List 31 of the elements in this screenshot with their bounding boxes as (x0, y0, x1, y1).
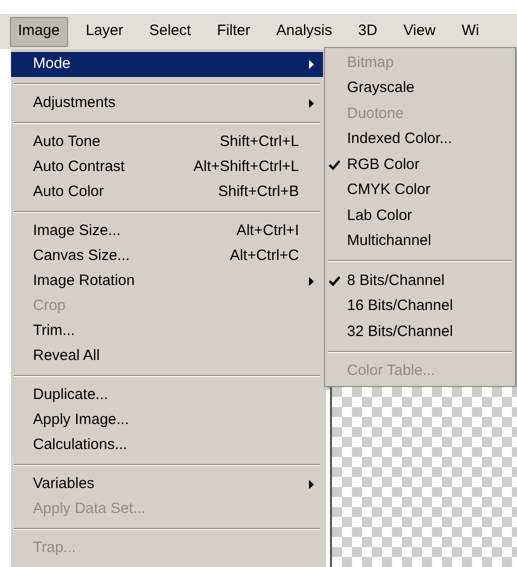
menu-item[interactable]: Canvas Size... Alt+Ctrl+C (11, 244, 323, 269)
menu-item[interactable]: Image Rotation (11, 269, 323, 294)
menu-item[interactable]: Auto Contrast Alt+Shift+Ctrl+L (11, 155, 323, 180)
menu-item[interactable]: Calculations... (11, 433, 323, 458)
menu-item[interactable]: Auto Tone Shift+Ctrl+L (11, 130, 323, 155)
menu-item[interactable]: Indexed Color... (325, 126, 515, 152)
menu-bar-item[interactable]: Image (10, 16, 68, 46)
menu-bar-item[interactable]: Analysis (268, 16, 340, 46)
menu-item[interactable]: Grayscale (325, 76, 515, 101)
menu-bar-item[interactable]: Layer (78, 16, 132, 46)
menu-item[interactable]: CMYK Color (325, 178, 515, 203)
menu-item[interactable]: Lab Color (325, 203, 515, 228)
menu-item[interactable]: Reveal All (11, 344, 323, 369)
menu-item[interactable]: Trim... (11, 319, 323, 344)
menu-item[interactable]: Multichannel (325, 228, 515, 254)
menu-bar-item[interactable]: Select (141, 16, 199, 46)
menu-item[interactable]: 32 Bits/Channel (325, 319, 515, 344)
menu-item[interactable]: RGB Color (325, 152, 515, 178)
menu-item[interactable]: Adjustments (11, 91, 323, 116)
menu-item[interactable]: Auto Color Shift+Ctrl+B (11, 180, 323, 205)
menu-item[interactable]: 16 Bits/Channel (325, 294, 515, 319)
menu-item[interactable]: Variables (11, 472, 323, 497)
menu-bar-item[interactable]: Filter (208, 16, 258, 46)
menu-item[interactable]: Mode (11, 52, 323, 77)
menu-item[interactable]: Duplicate... (11, 383, 323, 408)
menu-item[interactable]: Apply Image... (11, 408, 323, 433)
menu-bar-item[interactable]: View (395, 16, 444, 46)
menu-item[interactable]: 8 Bits/Channel (325, 268, 515, 294)
menu-bar-item[interactable]: Wi (454, 16, 488, 46)
menu-item[interactable]: Image Size... Alt+Ctrl+I (11, 219, 323, 244)
menu-bar-item[interactable]: 3D (350, 16, 386, 46)
